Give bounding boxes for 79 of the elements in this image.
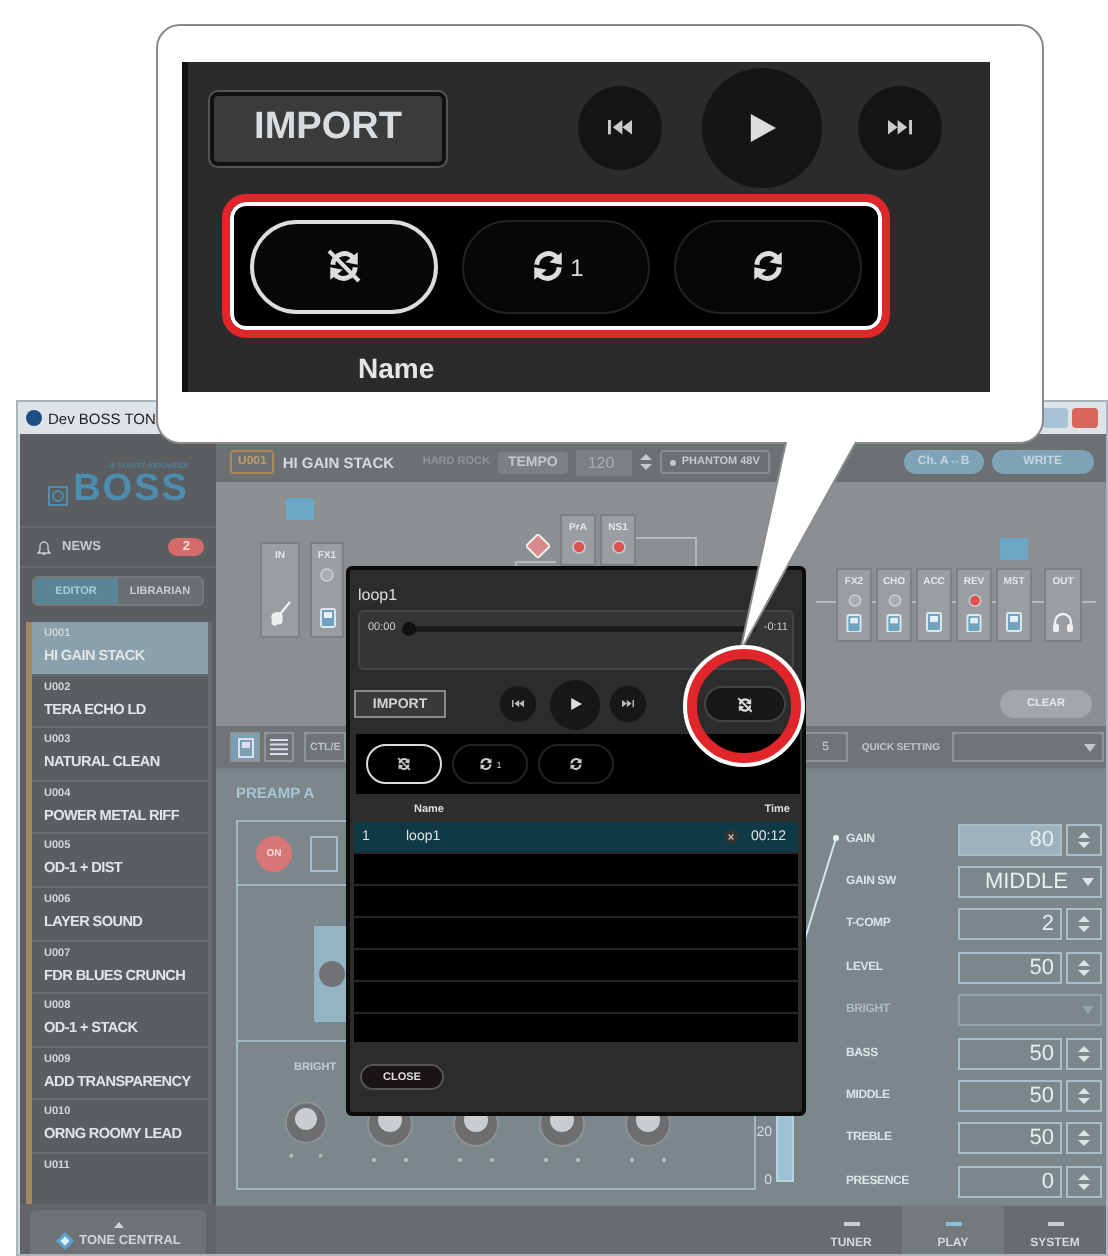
spinner-arrows-icon[interactable] — [1078, 1043, 1090, 1064]
headphones-icon — [1052, 612, 1074, 632]
switch-icon[interactable] — [1006, 612, 1022, 632]
spinner-button[interactable] — [1066, 823, 1102, 856]
spinner-arrows-icon[interactable] — [1078, 914, 1090, 935]
parameter-field[interactable]: 50 — [958, 1080, 1062, 1113]
delete-icon[interactable] — [724, 830, 739, 844]
next-button[interactable] — [858, 86, 942, 170]
previous-button[interactable] — [578, 86, 662, 170]
dialog-title: loop1 — [356, 584, 400, 608]
spinner-button[interactable] — [1066, 951, 1102, 984]
spinner-arrows-icon[interactable] — [1078, 1086, 1090, 1107]
column-header: Name — [358, 352, 435, 384]
repeat-off-icon — [324, 246, 365, 286]
spinner-arrows-icon[interactable] — [1078, 1171, 1090, 1192]
switch-icon[interactable] — [846, 613, 862, 632]
repeat-one-icon — [478, 756, 495, 772]
bell-icon — [36, 539, 52, 555]
spinner-arrows-icon[interactable] — [1078, 957, 1090, 978]
parameter-field[interactable]: 0 — [958, 1165, 1062, 1198]
app-icon — [26, 410, 42, 426]
parameter-field[interactable]: 50 — [958, 951, 1062, 984]
previous-icon — [608, 120, 632, 136]
spinner-button[interactable] — [1066, 1122, 1102, 1155]
logo-mark-icon — [47, 486, 68, 506]
spinner-button[interactable] — [1066, 1165, 1102, 1198]
quick-setting-dropdown[interactable] — [952, 732, 1104, 762]
progress-thumb[interactable] — [401, 622, 416, 636]
play-icon — [569, 698, 581, 710]
previous-icon — [512, 700, 524, 708]
usb-tag-icon — [286, 498, 314, 520]
caret-up-icon — [113, 1222, 123, 1229]
play-icon — [748, 114, 776, 142]
repeat-mode-button[interactable] — [674, 219, 862, 313]
diamond-logo-icon — [55, 1232, 74, 1251]
previous-button[interactable] — [500, 686, 536, 722]
switch-icon[interactable] — [926, 612, 942, 632]
play-button[interactable] — [550, 679, 600, 729]
repeat-button[interactable] — [704, 686, 786, 722]
parameter-field[interactable]: 50 — [958, 1037, 1062, 1070]
diamond-node-icon — [526, 534, 550, 558]
repeat-mode-button[interactable]: 1 — [462, 219, 651, 313]
dot-icon — [669, 459, 676, 465]
close-button[interactable] — [1072, 408, 1098, 428]
switch-icon[interactable] — [886, 613, 902, 632]
list-view-icon — [270, 738, 288, 756]
switch-icon[interactable] — [966, 613, 982, 632]
repeat-icon — [568, 756, 584, 772]
spinner-arrows-icon[interactable] — [1078, 1128, 1090, 1149]
spinner-button[interactable] — [1066, 908, 1102, 941]
view-toggle-button[interactable] — [230, 732, 260, 762]
restore-button[interactable] — [1042, 408, 1068, 428]
spinner-button[interactable] — [1066, 1080, 1102, 1113]
spinner-arrows-icon[interactable] — [1078, 829, 1090, 850]
repeat-count: 1 — [570, 253, 584, 281]
guitar-icon — [268, 600, 292, 628]
next-icon — [622, 700, 634, 708]
switch-icon[interactable] — [319, 608, 335, 628]
next-icon — [888, 120, 912, 136]
repeat-off-icon — [396, 756, 412, 772]
view-toggle-button[interactable] — [264, 732, 294, 762]
parameter-field[interactable]: 2 — [958, 908, 1062, 941]
parameter-field[interactable]: 50 — [958, 1122, 1062, 1155]
repeat-off-icon — [736, 695, 754, 713]
caret-icon — [1082, 878, 1094, 887]
parameter-dropdown[interactable]: MIDDLE — [958, 866, 1102, 899]
parameter-field[interactable]: 80 — [958, 823, 1062, 856]
caret-icon — [1084, 743, 1096, 751]
next-button[interactable] — [610, 686, 646, 722]
spinner-button[interactable] — [1066, 1037, 1102, 1070]
import-button[interactable]: IMPORT — [210, 91, 446, 165]
repeat-icon — [748, 246, 788, 286]
type-dropdown[interactable] — [310, 835, 338, 871]
highlight-ring — [683, 645, 805, 767]
caret-icon — [1082, 1006, 1094, 1015]
blocks-view-icon — [237, 737, 253, 757]
brand-logo: BOSS — [73, 472, 189, 506]
usb-tag-icon — [1000, 538, 1028, 560]
spinner-arrows-icon[interactable] — [639, 452, 652, 472]
